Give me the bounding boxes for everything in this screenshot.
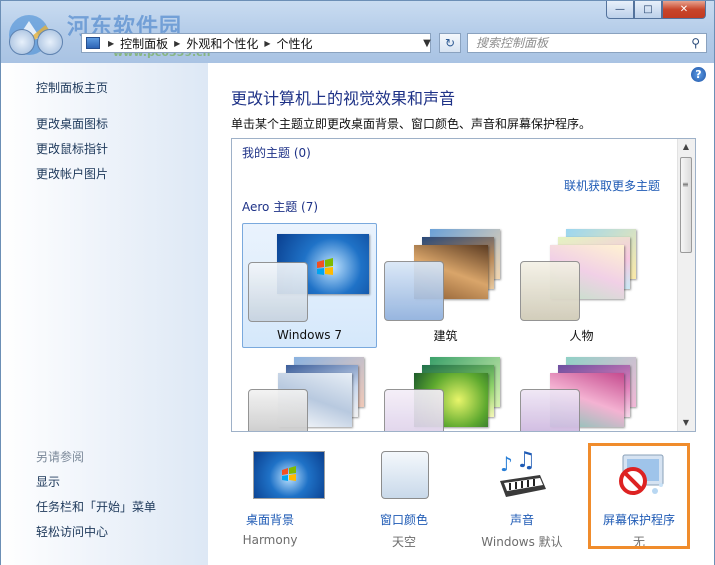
window-color-icon [381,451,429,499]
control-panel-icon [86,37,100,49]
personalization-window: 河东软件园 www.pc0359.cn — □ ✕ ▶ 控制面板 ▶ 外观和个性… [0,0,715,565]
theme-gallery: 我的主题 (0) 联机获取更多主题 Aero 主题 (7) Windows 7 … [231,138,696,432]
sidebar-link-mouse-pointer[interactable]: 更改鼠标指针 [36,140,108,157]
window-color-label: 窗口颜色 [379,513,428,527]
help-icon[interactable]: ? [691,67,706,82]
close-button[interactable]: ✕ [662,1,706,19]
sound-value: Windows 默认 [481,535,563,549]
theme-name: 人物 [569,329,594,343]
scroll-down-arrow-icon[interactable]: ▼ [678,415,694,431]
sound-icon: ♪ ♫ [500,451,546,497]
scrollbar-grip-icon: ≡ [682,180,689,189]
breadcrumb-appearance[interactable]: 外观和个性化 [186,35,258,52]
sidebar-link-ease-of-access[interactable]: 轻松访问中心 [36,523,108,540]
window-color-value: 天空 [391,535,416,549]
sidebar-link-desktop-icons[interactable]: 更改桌面图标 [36,115,108,132]
sidebar-link-taskbar[interactable]: 任务栏和「开始」菜单 [36,498,156,515]
forward-button[interactable] [37,29,63,55]
aero-themes-heading: Aero 主题 (7) [242,200,319,214]
chevron-right-icon[interactable]: ▶ [174,39,180,48]
search-icon[interactable]: ⚲ [691,36,700,50]
theme-windows-7[interactable]: Windows 7 [242,223,377,348]
sidebar-link-display[interactable]: 显示 [36,473,60,490]
page-title: 更改计算机上的视觉效果和声音 [231,89,456,108]
search-input[interactable] [474,35,678,51]
theme-nature[interactable] [378,351,513,431]
theme-characters[interactable]: 人物 [514,223,649,348]
sidebar-link-account-picture[interactable]: 更改帐户图片 [36,165,108,182]
sidebar: 控制面板主页 更改桌面图标 更改鼠标指针 更改帐户图片 另请参阅 显示 任务栏和… [1,63,208,565]
theme-gallery-scrollbar[interactable]: ▲ ≡ ▼ [677,139,695,431]
address-bar[interactable]: ▶ 控制面板 ▶ 外观和个性化 ▶ 个性化 [81,33,431,53]
window-color-swatch [248,389,308,431]
caption-buttons: — □ ✕ [606,1,706,19]
chevron-down-icon[interactable]: ▼ [413,33,441,53]
get-more-themes-link[interactable]: 联机获取更多主题 [564,177,660,194]
title-bar[interactable]: 河东软件园 www.pc0359.cn — □ ✕ ▶ 控制面板 ▶ 外观和个性… [1,1,714,63]
sound-button[interactable]: ♪ ♫ 声音 Windows 默认 [472,449,572,551]
chevron-right-icon[interactable]: ▶ [264,39,270,48]
maximize-button[interactable]: □ [634,1,662,19]
see-also-heading: 另请参阅 [36,450,85,464]
sidebar-link-home[interactable]: 控制面板主页 [36,79,108,96]
minimize-button[interactable]: — [606,1,634,19]
theme-scenes[interactable] [514,351,649,431]
search-box: ⚲ [467,33,707,53]
scroll-up-arrow-icon[interactable]: ▲ [678,139,694,155]
breadcrumb-personalization[interactable]: 个性化 [277,35,313,52]
window-color-button[interactable]: 窗口颜色 天空 [354,449,454,551]
theme-name: 建筑 [433,329,458,343]
window-color-swatch [384,389,444,431]
theme-name: Windows 7 [276,328,342,342]
chevron-right-icon[interactable]: ▶ [108,39,114,48]
sound-label: 声音 [509,513,534,527]
scrollbar-thumb[interactable] [680,157,692,253]
theme-architecture[interactable]: 建筑 [378,223,513,348]
svg-text:♫: ♫ [516,451,536,473]
desktop-background-button[interactable]: 桌面背景 Harmony [218,449,325,551]
svg-text:♪: ♪ [500,452,513,476]
theme-landscapes[interactable] [242,351,377,431]
my-themes-heading: 我的主题 (0) [242,146,311,160]
page-description: 单击某个主题立即更改桌面背景、窗口颜色、声音和屏幕保护程序。 [231,117,592,131]
window-color-swatch [248,262,308,322]
window-color-swatch [520,261,580,321]
window-color-swatch [520,389,580,431]
back-button[interactable] [9,29,35,55]
window-color-swatch [384,261,444,321]
refresh-button[interactable]: ↻ [439,33,461,53]
desktop-background-value: Harmony [242,533,298,547]
screensaver-highlight-box [588,443,690,549]
breadcrumb-control-panel[interactable]: 控制面板 [120,35,168,52]
refresh-icon: ↻ [444,36,456,50]
desktop-background-label: 桌面背景 [245,513,294,527]
desktop-background-icon [253,451,325,499]
